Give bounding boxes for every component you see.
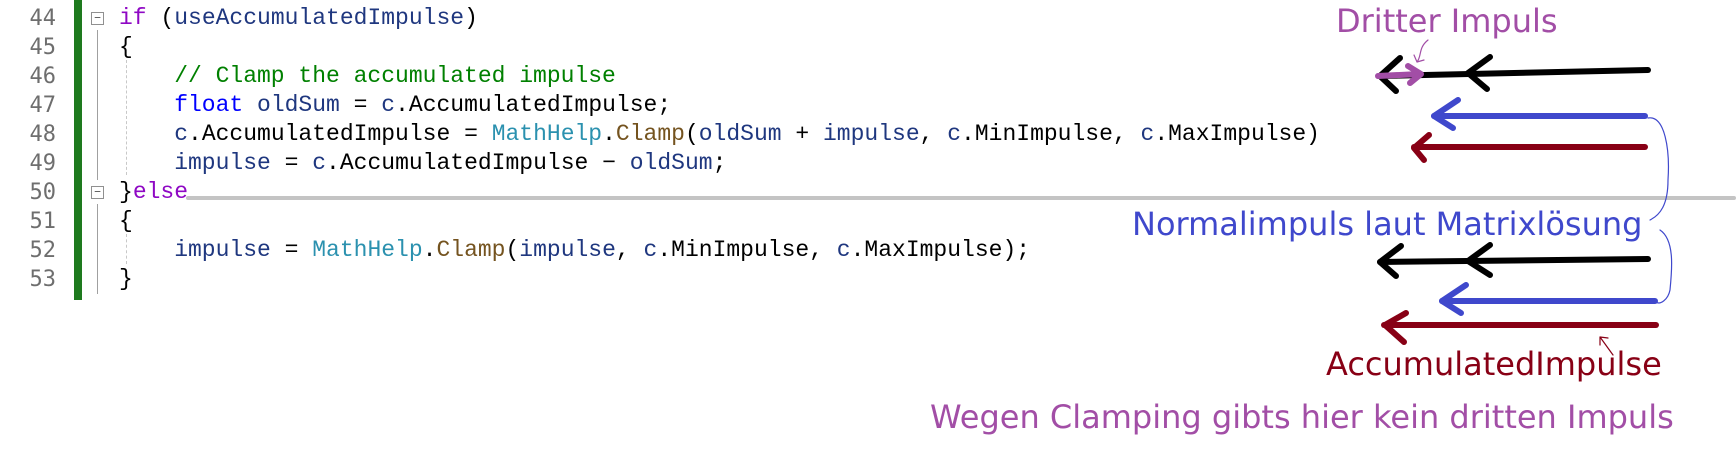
blue-brace-top bbox=[1647, 117, 1669, 221]
accumulated-pointer bbox=[1599, 336, 1614, 356]
darkred-arrow-bottom bbox=[1381, 310, 1659, 345]
blue-arrow-bottom bbox=[1439, 282, 1658, 316]
blue-arrow-top bbox=[1431, 97, 1648, 131]
black-arrow-bottom bbox=[1377, 242, 1651, 279]
fold-collapse-icon[interactable]: − bbox=[91, 12, 104, 25]
hand-drawn-arrows bbox=[1375, 39, 1673, 356]
darkred-arrow-top bbox=[1411, 132, 1648, 163]
fold-collapse-icon[interactable]: − bbox=[91, 186, 104, 199]
blue-brace-bottom bbox=[1655, 229, 1673, 304]
third-impulse-pointer bbox=[1413, 39, 1429, 63]
